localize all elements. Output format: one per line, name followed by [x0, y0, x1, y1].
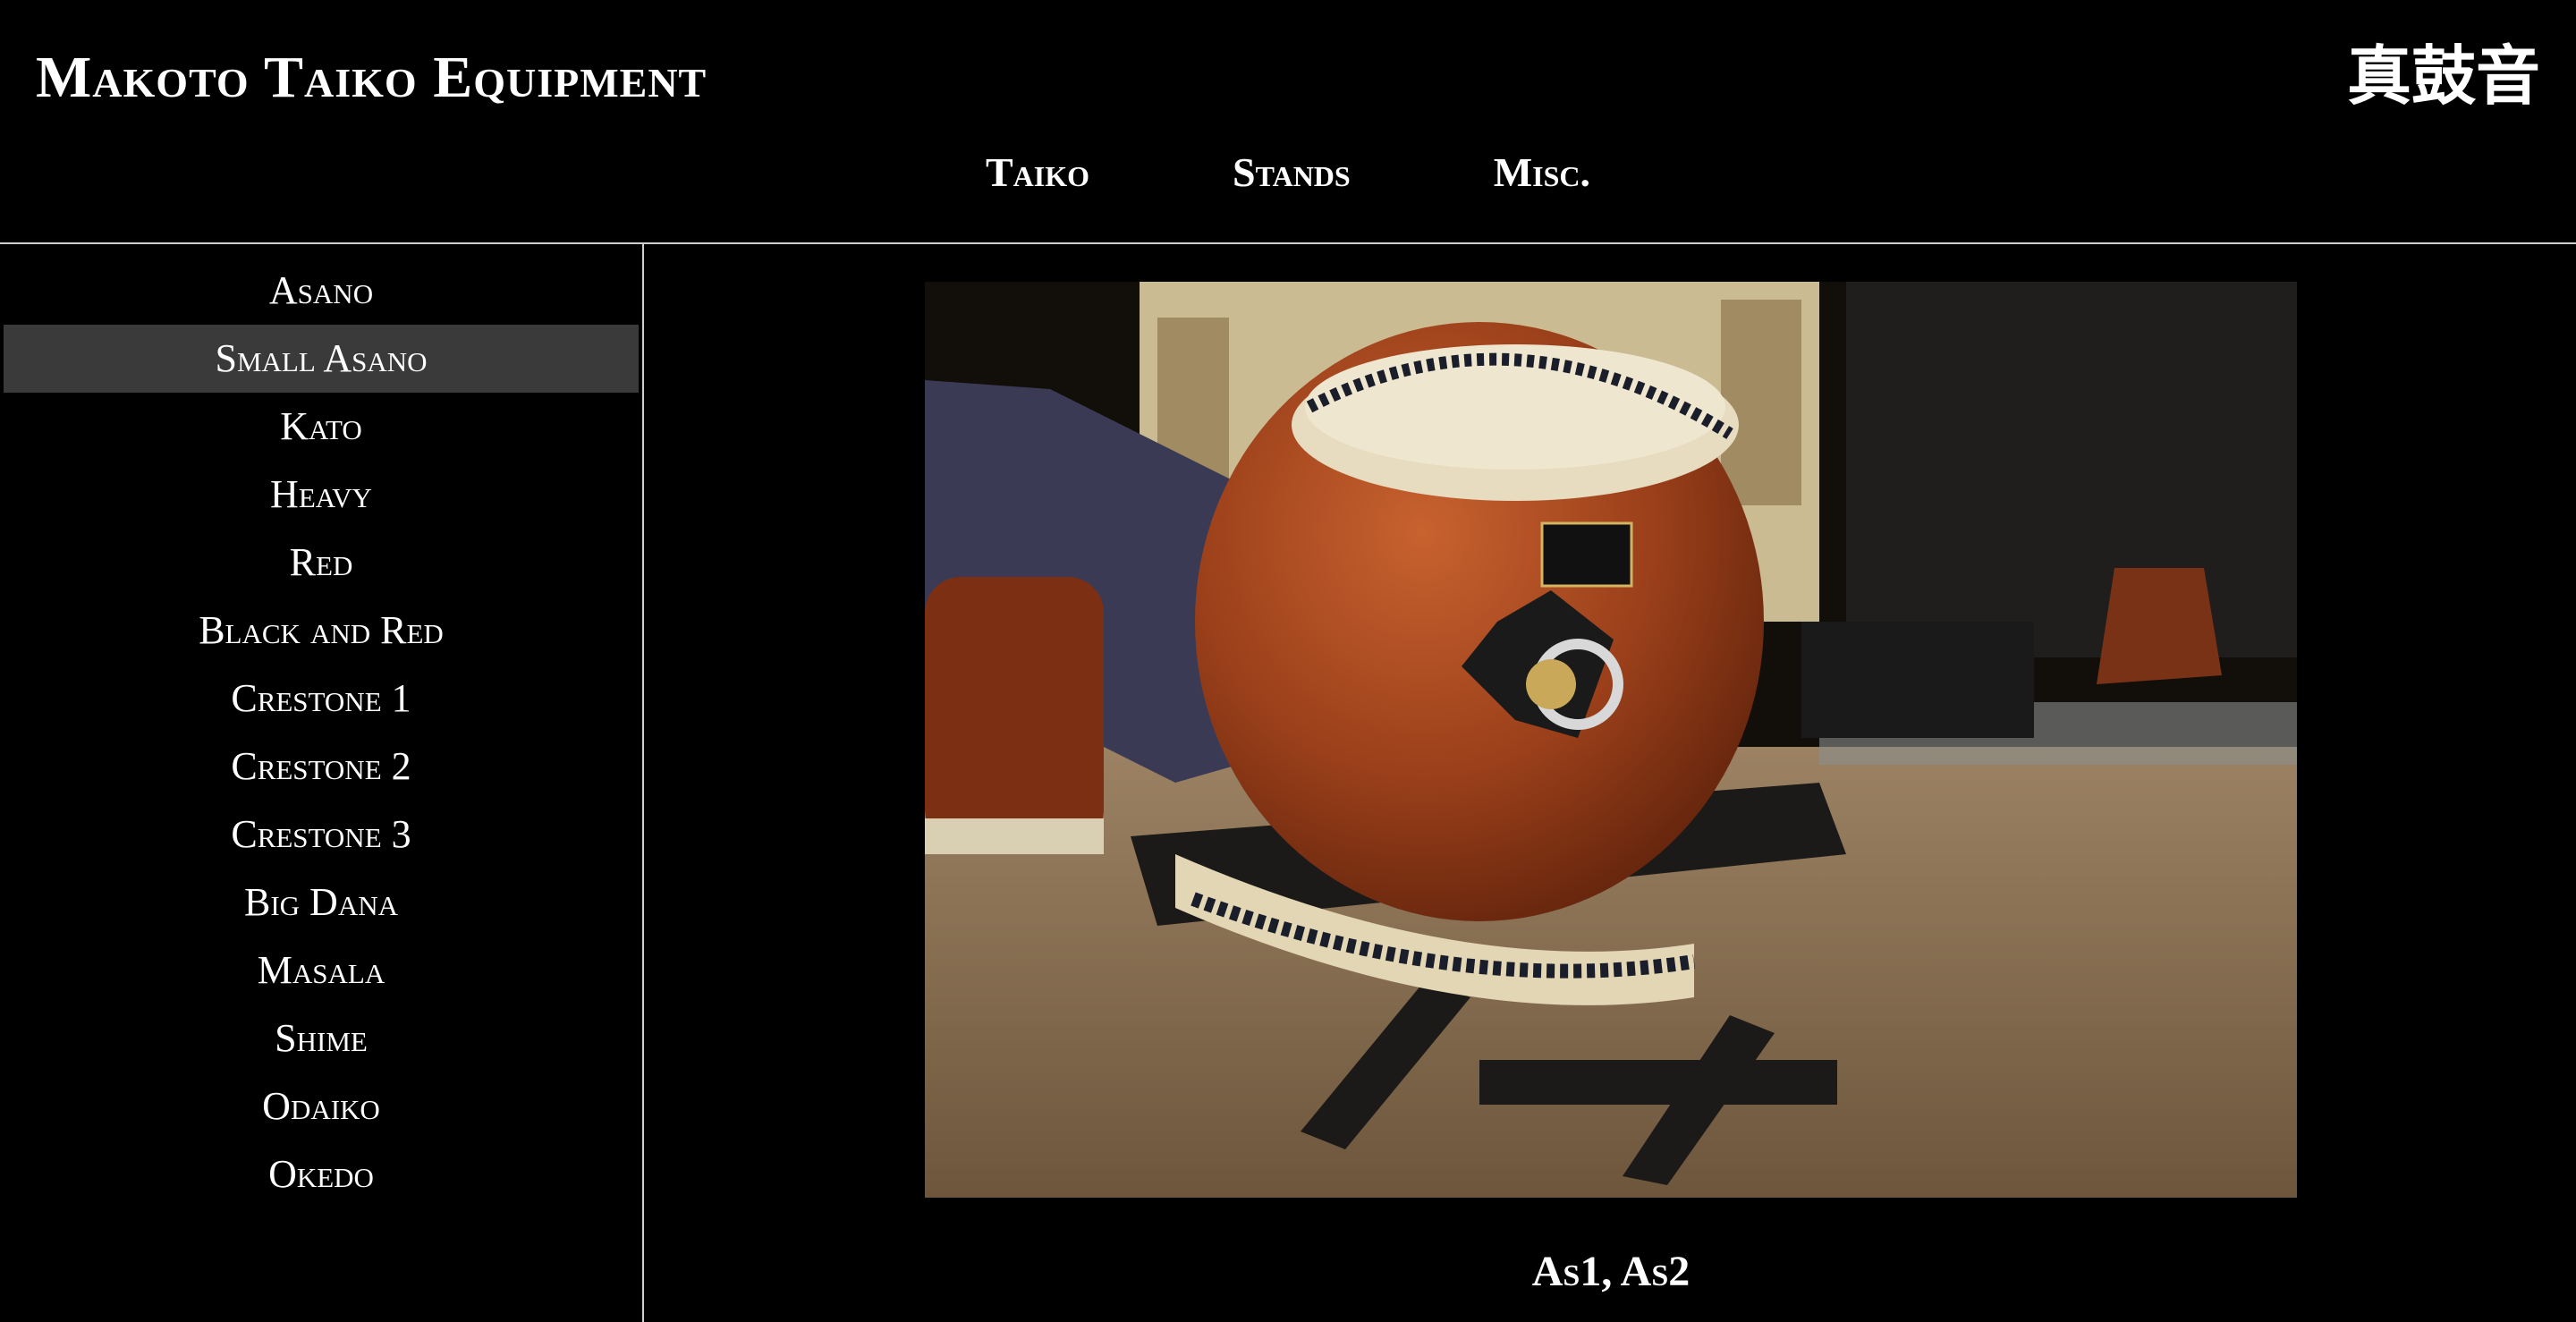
main-content: As1, As2 — [646, 244, 2576, 1322]
sidebar-list: Asano Small Asano Kato Heavy Red Black a… — [0, 244, 642, 1208]
sidebar-item-crestone-2[interactable]: Crestone 2 — [0, 733, 642, 801]
sidebar-item-big-dana[interactable]: Big Dana — [0, 869, 642, 936]
nav-stands[interactable]: Stands — [1233, 141, 1351, 204]
sidebar-item-masala[interactable]: Masala — [0, 936, 642, 1004]
sidebar-item-kato[interactable]: Kato — [0, 393, 642, 461]
photo-caption: As1, As2 — [1531, 1248, 1690, 1295]
sidebar: Asano Small Asano Kato Heavy Red Black a… — [0, 244, 644, 1322]
sidebar-item-crestone-3[interactable]: Crestone 3 — [0, 801, 642, 869]
top-nav: Taiko Stands Misc. — [0, 141, 2576, 204]
sidebar-item-crestone-1[interactable]: Crestone 1 — [0, 665, 642, 733]
nav-misc[interactable]: Misc. — [1494, 141, 1590, 204]
sidebar-item-odaiko[interactable]: Odaiko — [0, 1072, 642, 1140]
sidebar-item-heavy[interactable]: Heavy — [0, 461, 642, 529]
taiko-drum-illustration — [925, 282, 2297, 1198]
taiko-drum-photo — [925, 282, 2297, 1198]
sidebar-item-red[interactable]: Red — [0, 529, 642, 597]
sidebar-item-okedo[interactable]: Okedo — [0, 1140, 642, 1208]
site-title[interactable]: Makoto Taiko Equipment — [36, 38, 707, 118]
sidebar-item-asano[interactable]: Asano — [0, 257, 642, 325]
sidebar-item-small-asano[interactable]: Small Asano — [4, 325, 639, 393]
sidebar-item-shime[interactable]: Shime — [0, 1004, 642, 1072]
sidebar-item-black-and-red[interactable]: Black and Red — [0, 597, 642, 665]
kanji-logo: 真鼓音 — [2346, 38, 2540, 114]
nav-taiko[interactable]: Taiko — [986, 141, 1089, 204]
